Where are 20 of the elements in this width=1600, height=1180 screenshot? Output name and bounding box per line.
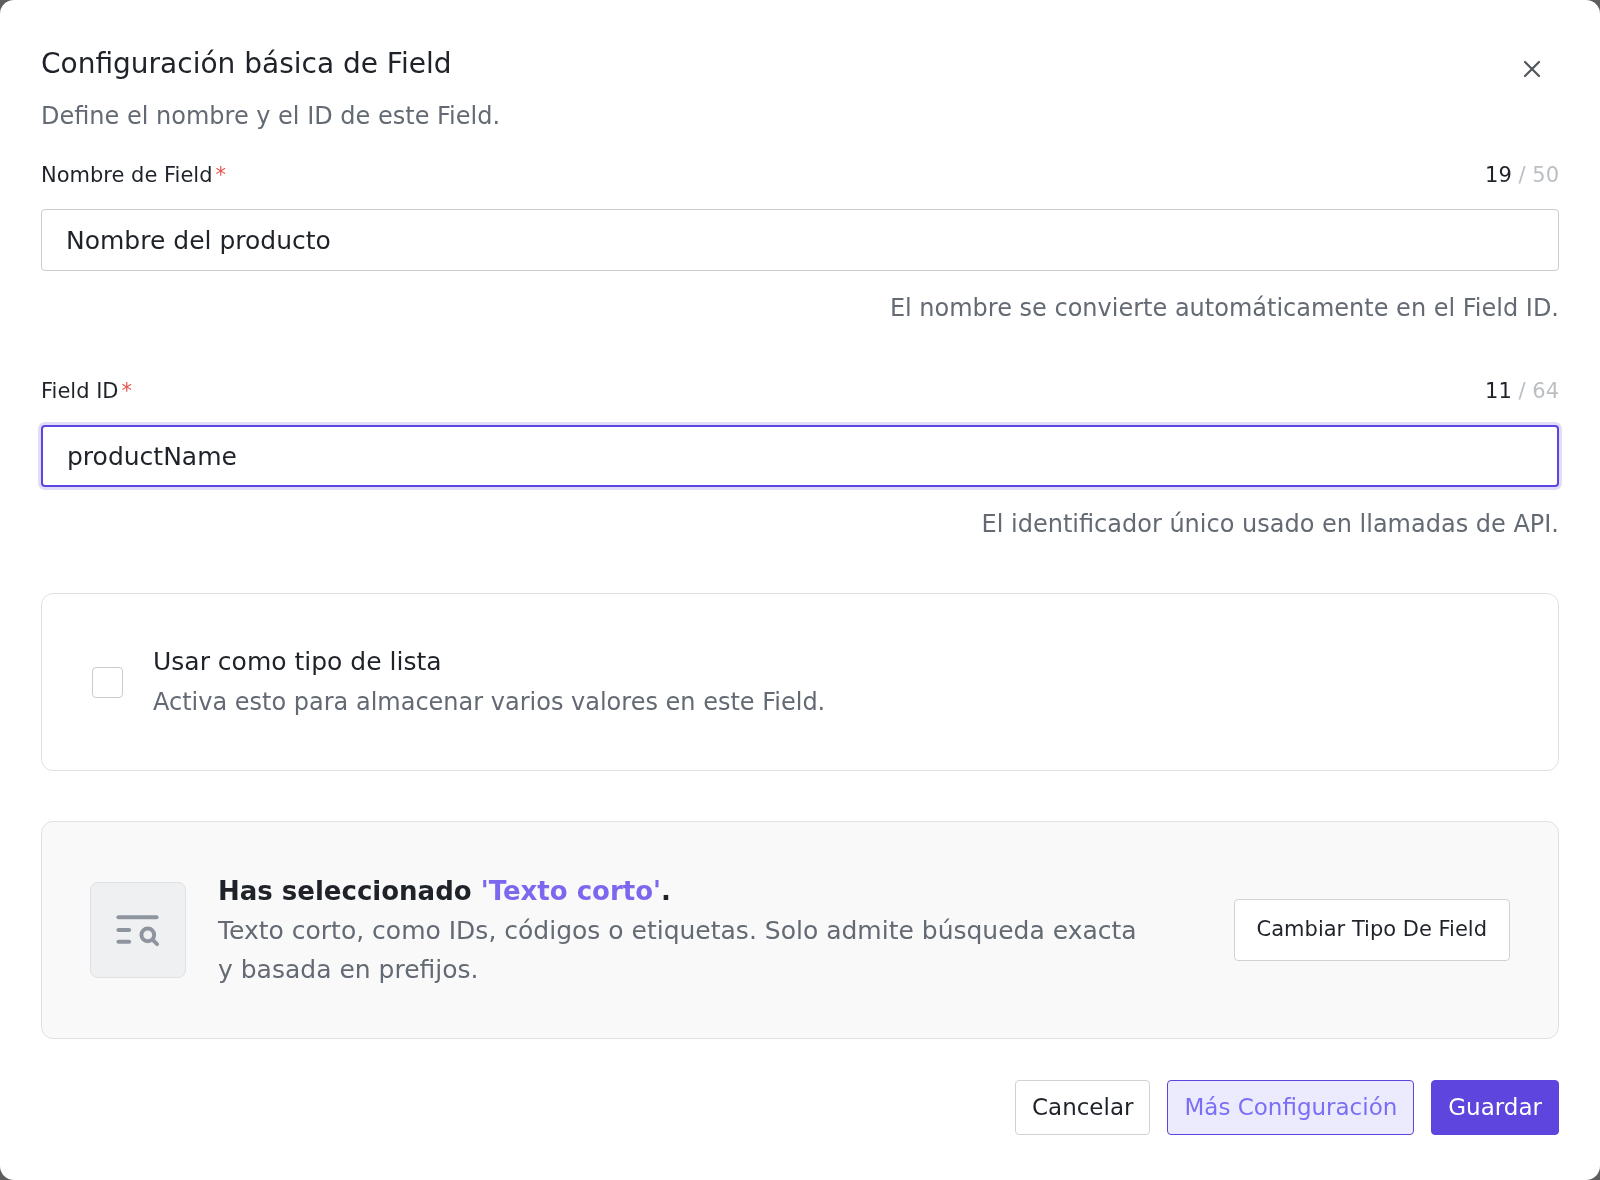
type-description: Texto corto, como IDs, códigos o etiquetas. Solo admite búsqueda exacta y basada en prefijos. — [218, 915, 1138, 986]
checkbox[interactable] — [92, 666, 123, 698]
option-description: Activa esto para almacenar varios valores en este Field. — [153, 687, 826, 718]
selected-type-text: Has seleccionado 'Texto corto'. — [218, 875, 672, 908]
hint-text: El identificador único usado en llamadas de API. — [980, 509, 1559, 540]
change-type-button[interactable]: Cambiar Tipo De Field — [1233, 899, 1510, 961]
field-label: Nombre de Field* — [41, 162, 226, 189]
text-input[interactable]: Nombre del producto — [41, 209, 1559, 271]
text-input[interactable]: productName — [41, 425, 1559, 487]
save-button[interactable]: Guardar — [1431, 1080, 1559, 1135]
field-label: Field ID* — [41, 378, 132, 405]
dialog-title: Configuración básica de Field — [41, 46, 453, 82]
dialog-subtitle: Define el nombre y el ID de este Field. — [41, 101, 501, 132]
hint-text: El nombre se convierte automáticamente en el Field ID. — [888, 293, 1559, 324]
close-icon — [1522, 59, 1542, 79]
text-search-icon — [90, 882, 186, 978]
character-count: 11 / 64 — [1485, 378, 1559, 405]
cancel-button[interactable]: Cancelar — [1015, 1080, 1151, 1135]
character-count: 19 / 50 — [1485, 162, 1559, 189]
option-label: Usar como tipo de lista — [153, 646, 443, 678]
